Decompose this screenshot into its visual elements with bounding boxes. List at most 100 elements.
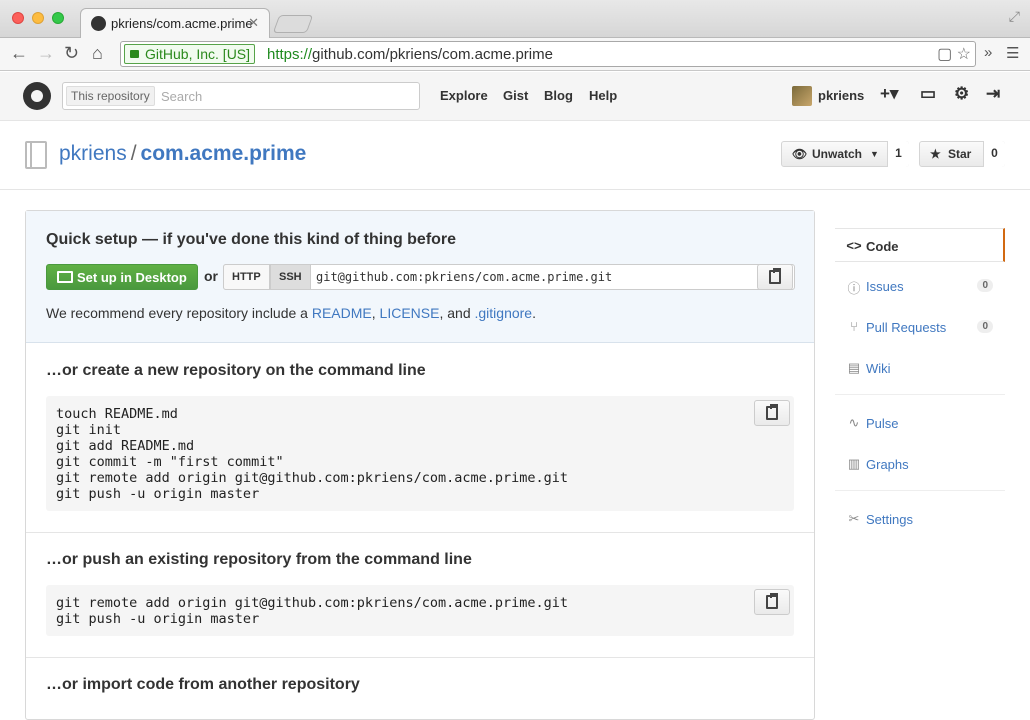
sidebar-item-label: Pulse <box>866 416 899 431</box>
sidebar-item-label: Issues <box>866 279 904 294</box>
copy-clone-url-button[interactable] <box>757 264 793 290</box>
sidebar-item-pulse[interactable]: ∿ Pulse <box>835 406 1005 440</box>
sidebar-item-settings[interactable]: ✂ Settings <box>835 502 1005 536</box>
ev-certificate-badge[interactable]: GitHub, Inc. [US] <box>124 44 256 64</box>
url-path: /pkriens/com.acme.prime <box>385 46 553 63</box>
push-code-block: git remote add origin git@github.com:pkr… <box>46 585 794 636</box>
repository-owner-link[interactable]: pkriens <box>59 142 127 165</box>
gitignore-link[interactable]: .gitignore <box>475 305 533 321</box>
readme-link[interactable]: README <box>312 305 372 321</box>
clipboard-icon <box>766 404 778 420</box>
nav-help[interactable]: Help <box>589 88 617 103</box>
unwatch-button[interactable]: 👁 Unwatch ▼ 1 <box>781 141 909 167</box>
clipboard-icon <box>766 593 778 609</box>
sidebar-item-label: Wiki <box>866 361 891 376</box>
sidebar-item-label: Graphs <box>866 457 909 472</box>
close-tab-icon[interactable]: ✕ <box>248 15 259 31</box>
github-favicon-icon <box>91 16 106 31</box>
address-bar[interactable]: GitHub, Inc. [US] https://github.com/pkr… <box>120 41 976 67</box>
or-label: or <box>204 268 218 284</box>
sidebar-item-graphs[interactable]: ▥ Graphs <box>835 447 1005 481</box>
sidebar-item-wiki[interactable]: ▤ Wiki <box>835 351 1005 385</box>
sign-out-icon[interactable]: ⇥ <box>986 84 1000 104</box>
clone-url-field[interactable]: HTTP SSH git@github.com:pkriens/com.acme… <box>223 264 795 290</box>
clipboard-icon <box>769 268 781 284</box>
search-input[interactable]: Search <box>161 89 202 104</box>
tab-title: pkriens/com.acme.prime <box>111 16 253 31</box>
fullscreen-icon[interactable]: ⤢ <box>1009 8 1020 25</box>
sidebar-item-pull-requests[interactable]: ⑂ Pull Requests 0 <box>835 310 1005 344</box>
avatar[interactable] <box>792 86 812 106</box>
forward-icon[interactable]: → <box>37 43 55 64</box>
monitor-icon <box>57 271 73 283</box>
pull-requests-count: 0 <box>977 320 993 333</box>
github-header: This repository Search Explore Gist Blog… <box>0 72 1030 121</box>
setup-in-desktop-label: Set up in Desktop <box>77 270 187 285</box>
section-divider <box>26 657 814 658</box>
search-box[interactable]: This repository Search <box>62 82 420 110</box>
clone-url-input[interactable]: git@github.com:pkriens/com.acme.prime.gi… <box>316 270 612 284</box>
comma: , <box>371 305 380 321</box>
settings-gear-icon[interactable]: ⚙ <box>954 84 969 104</box>
section-divider <box>26 532 814 533</box>
pulse-icon: ∿ <box>848 415 860 430</box>
notifications-inbox-icon[interactable]: ▭ <box>920 84 936 104</box>
issue-icon: ⓘ <box>847 281 861 296</box>
ssh-toggle[interactable]: SSH <box>270 264 311 290</box>
url-host: github.com <box>312 46 386 63</box>
pull-request-icon: ⑂ <box>850 319 858 334</box>
reload-icon[interactable]: ↻ <box>64 43 79 64</box>
issues-count: 0 <box>977 279 993 292</box>
sidebar-item-code[interactable]: <> Code <box>835 228 1005 262</box>
url-scheme: https:// <box>267 46 313 63</box>
tools-icon: ✂ <box>848 511 860 526</box>
back-icon[interactable]: ← <box>10 43 28 64</box>
star-icon: ★ <box>930 147 941 161</box>
new-repo-code-block: touch README.md git init git add README.… <box>46 396 794 511</box>
copy-new-repo-commands-button[interactable] <box>754 400 790 426</box>
username[interactable]: pkriens <box>818 88 864 103</box>
code-icon: <> <box>846 238 862 253</box>
lock-icon <box>130 50 139 58</box>
bookmark-star-icon[interactable]: ▢ ☆ <box>937 44 971 64</box>
period: . <box>532 305 536 321</box>
stargazers-count[interactable]: 0 <box>983 141 1005 167</box>
setup-in-desktop-button[interactable]: Set up in Desktop <box>46 264 198 290</box>
push-commands: git remote add origin git@github.com:pkr… <box>56 595 569 627</box>
graph-icon: ▥ <box>847 456 861 471</box>
caret-down-icon: ▼ <box>870 149 879 159</box>
browser-toolbar: ← → ↻ ⌂ GitHub, Inc. [US] https://github… <box>0 38 1030 71</box>
browser-menu-icon[interactable]: ☰ <box>1006 44 1019 62</box>
push-section-title: …or push an existing repository from the… <box>46 551 472 568</box>
sidebar-item-issues[interactable]: ⓘ Issues 0 <box>835 269 1005 303</box>
new-tab-button[interactable] <box>272 15 314 33</box>
http-toggle[interactable]: HTTP <box>223 264 270 290</box>
repository-header: pkriens / com.acme.prime 👁 Unwatch ▼ 1 ★ S… <box>0 121 1030 190</box>
recommend-prefix: We recommend every repository include a <box>46 305 312 321</box>
repository-title: pkriens / com.acme.prime <box>59 142 307 165</box>
nav-gist[interactable]: Gist <box>503 88 528 103</box>
quick-setup-top: Quick setup — if you've done this kind o… <box>26 211 814 343</box>
create-new-icon[interactable]: +▾ <box>880 84 898 104</box>
home-icon[interactable]: ⌂ <box>92 43 103 64</box>
extensions-overflow[interactable]: » <box>984 44 992 61</box>
sidebar-item-label: Settings <box>866 512 913 527</box>
nav-explore[interactable]: Explore <box>440 88 488 103</box>
github-logo-icon[interactable] <box>23 82 51 110</box>
minimize-window-button[interactable] <box>32 12 44 24</box>
watchers-count[interactable]: 1 <box>887 141 909 167</box>
ev-label: GitHub, Inc. [US] <box>145 46 251 62</box>
nav-blog[interactable]: Blog <box>544 88 573 103</box>
zoom-window-button[interactable] <box>52 12 64 24</box>
browser-tab[interactable]: pkriens/com.acme.prime ✕ <box>80 8 270 38</box>
close-window-button[interactable] <box>12 12 24 24</box>
sidebar-divider <box>835 490 1005 491</box>
license-link[interactable]: LICENSE <box>380 305 440 321</box>
unwatch-label: Unwatch <box>812 147 863 161</box>
repository-name-link[interactable]: com.acme.prime <box>141 142 307 165</box>
book-icon: ▤ <box>847 360 861 375</box>
copy-push-commands-button[interactable] <box>754 589 790 615</box>
sidebar-item-label: Code <box>866 239 899 254</box>
star-label: Star <box>948 147 972 161</box>
star-button[interactable]: ★ Star 0 <box>919 141 1005 167</box>
